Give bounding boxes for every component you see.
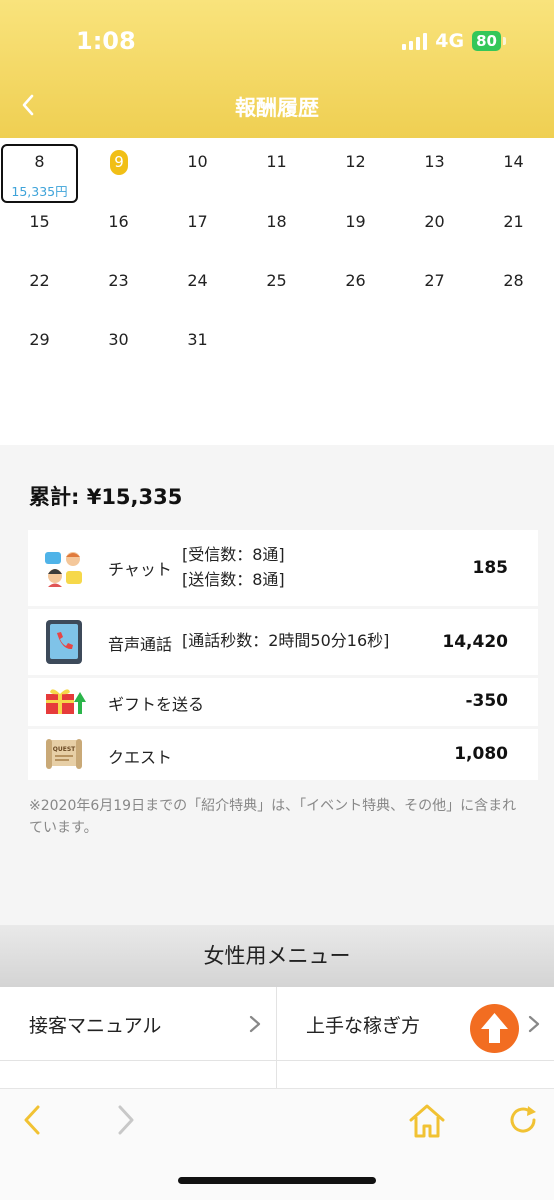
day-number: 31 [187,330,208,349]
reward-summary: 累計: ¥15,335 チャット [受信数：8通] [送信数：8通] 185 音… [0,445,554,925]
chat-people-icon [45,552,82,587]
reward-label: クエスト [108,748,173,767]
browser-back-icon[interactable] [18,1103,46,1137]
signal-icon [402,32,428,50]
reward-label: ギフトを送る [108,695,205,714]
reward-detail: [通話秒数：2時間50分16秒] [182,631,390,650]
browser-forward-icon[interactable] [112,1103,140,1137]
svg-text:QUEST: QUEST [53,746,76,753]
day-number: 25 [266,271,287,290]
day-number: 14 [503,152,524,171]
day-number: 11 [266,152,287,171]
calendar-day[interactable]: 24 [158,257,237,315]
reward-item-voice-call[interactable]: 音声通話 [通話秒数：2時間50分16秒] 14,420 [28,609,538,675]
reward-item-quest[interactable]: QUEST クエスト 1,080 [28,729,538,780]
calendar-day[interactable]: 21 [474,198,553,256]
reward-item-chat[interactable]: チャット [受信数：8通] [送信数：8通] 185 [28,530,538,606]
day-number: 13 [424,152,445,171]
gift-up-icon [46,689,86,714]
reward-detail: [受信数：8通] [182,545,285,564]
status-time: 1:08 [76,27,136,55]
day-number: 20 [424,212,445,231]
quest-scroll-icon: QUEST [46,739,82,769]
calendar-day[interactable]: 16 [79,198,158,256]
reward-value: 1,080 [454,744,508,764]
status-indicators: 4G 80 [402,30,506,52]
home-indicator [178,1177,376,1184]
calendar-day[interactable]: 23 [79,257,158,315]
calendar-day[interactable]: 18 [237,198,316,256]
menu-item-label: 接客マニュアル [29,1015,162,1037]
day-number: 12 [345,152,366,171]
day-number: 8 [34,152,45,171]
phone-tablet-icon [46,620,82,664]
total-amount: 累計: ¥15,335 [29,485,183,509]
page-title: 報酬履歴 [235,96,319,120]
calendar-day[interactable]: 12 [316,138,395,196]
calendar-day[interactable]: 19 [316,198,395,256]
calendar-day[interactable]: 25 [237,257,316,315]
battery-nub [503,37,506,45]
calendar-day-8[interactable]: 8 15,335円 [0,138,79,203]
calendar-day[interactable]: 11 [237,138,316,196]
calendar-day[interactable]: 27 [395,257,474,315]
referral-note: ※2020年6月19日までの「紹介特典」は、「イベント特典、その他」に含まれてい… [29,798,517,836]
calendar-day[interactable]: 15 [0,198,79,256]
day-number: 15 [29,212,50,231]
browser-toolbar [0,1088,554,1200]
day-number: 26 [345,271,366,290]
reward-label: チャット [108,560,172,579]
menu-header: 女性用メニュー [0,925,554,987]
day-number: 30 [108,330,129,349]
day-number: 10 [187,152,208,171]
arrow-up-icon [481,1013,508,1043]
day-number: 17 [187,212,208,231]
reward-value: 185 [472,558,509,578]
menu-divider [276,987,277,1089]
calendar-day[interactable]: 31 [158,316,237,374]
reward-value: -350 [465,691,508,711]
calendar-day[interactable]: 17 [158,198,237,256]
day-number: 23 [108,271,129,290]
calendar-day[interactable]: 10 [158,138,237,196]
day-number: 24 [187,271,208,290]
day-number: 22 [29,271,50,290]
calendar-day[interactable]: 20 [395,198,474,256]
calendar-day[interactable]: 26 [316,257,395,315]
reward-label: 音声通話 [108,635,173,654]
day-number: 29 [29,330,50,349]
chevron-right-icon [249,1015,261,1033]
battery-icon: 80 [472,31,501,51]
network-type: 4G [435,30,465,52]
chevron-right-icon [528,1015,540,1033]
app-header: 1:08 4G 80 報酬履歴 [0,0,554,138]
calendar-day[interactable]: 28 [474,257,553,315]
day-number: 16 [108,212,129,231]
calendar-day[interactable]: 14 [474,138,553,196]
day-number: 19 [345,212,366,231]
menu-item-label: 上手な稼ぎ方 [306,1015,421,1037]
calendar-day[interactable]: 30 [79,316,158,374]
scroll-top-button[interactable] [470,1004,519,1053]
reload-icon[interactable] [506,1103,540,1137]
day-number: 27 [424,271,445,290]
calendar-day[interactable]: 22 [0,257,79,315]
day-number: 28 [503,271,524,290]
day-number: 18 [266,212,287,231]
calendar-day[interactable]: 13 [395,138,474,196]
home-icon[interactable] [408,1103,446,1139]
calendar: 8 15,335円 9 10 11 12 13 14 15 16 17 18 1… [0,138,554,445]
reward-detail: [送信数：8通] [182,570,285,589]
day-number: 21 [503,212,524,231]
calendar-day[interactable]: 29 [0,316,79,374]
reward-value: 14,420 [442,632,508,652]
reward-item-gift[interactable]: ギフトを送る -350 [28,678,538,726]
today-badge: 9 [110,150,128,175]
menu-item-customer-manual[interactable]: 接客マニュアル [0,987,276,1061]
calendar-day-9[interactable]: 9 [79,138,158,196]
